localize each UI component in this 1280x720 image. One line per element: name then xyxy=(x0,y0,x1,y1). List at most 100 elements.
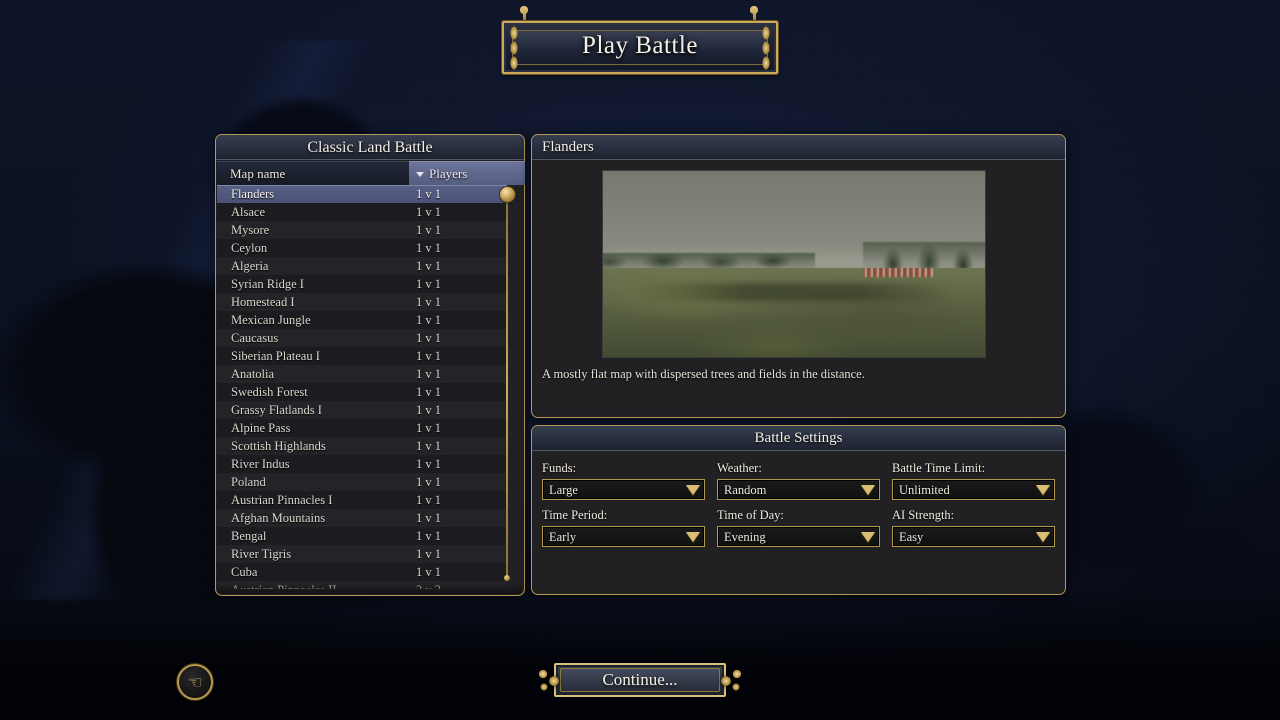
setting-dropdown[interactable]: Evening xyxy=(717,526,880,547)
map-row-name: Bengal xyxy=(231,528,267,543)
background-bottom-fade xyxy=(0,590,1280,720)
setting-label: Funds: xyxy=(542,461,577,475)
sort-descending-icon xyxy=(416,172,424,177)
battle-settings-title: Battle Settings xyxy=(532,426,1065,451)
setting-dropdown[interactable]: Easy xyxy=(892,526,1055,547)
setting-dropdown[interactable]: Random xyxy=(717,479,880,500)
map-row-name: Austrian Pinnacles II xyxy=(217,583,409,590)
map-list-row[interactable]: Scottish Highlands 1 v 1 xyxy=(217,437,507,455)
map-row-players: 1 v 1 xyxy=(416,240,441,255)
map-list-row[interactable]: Homestead I 1 v 1 xyxy=(217,293,507,311)
setting-value: Evening xyxy=(724,530,766,544)
map-row-players: 1 v 1 xyxy=(416,492,441,507)
map-list-row[interactable]: Flanders 1 v 1 xyxy=(217,185,507,203)
map-list-row[interactable]: Anatolia 1 v 1 xyxy=(217,365,507,383)
column-header-players[interactable]: Players xyxy=(409,161,525,185)
map-list-row[interactable]: Alpine Pass 1 v 1 xyxy=(217,419,507,437)
map-list-row[interactable]: Bengal 1 v 1 xyxy=(217,527,507,545)
setting-label: Time of Day: xyxy=(717,508,784,522)
chevron-down-icon xyxy=(861,485,875,495)
chevron-down-icon xyxy=(686,485,700,495)
map-row-players: 1 v 1 xyxy=(416,204,441,219)
map-list-row[interactable]: Siberian Plateau I 1 v 1 xyxy=(217,347,507,365)
map-list-title: Classic Land Battle xyxy=(216,135,524,160)
setting-label: Weather: xyxy=(717,461,762,475)
map-row-name: Poland xyxy=(231,474,266,489)
preview-troops xyxy=(862,267,933,277)
map-list-row[interactable]: Syrian Ridge I 1 v 1 xyxy=(217,275,507,293)
map-row-name: Flanders xyxy=(231,187,275,201)
setting-field: Time of Day: Evening xyxy=(717,508,880,547)
map-list-row[interactable]: Ceylon 1 v 1 xyxy=(217,239,507,257)
setting-field: Battle Time Limit: Unlimited xyxy=(892,461,1055,500)
setting-value: Random xyxy=(724,483,767,497)
map-row-players: 1 v 1 xyxy=(416,510,441,525)
map-row-players: 1 v 1 xyxy=(416,348,441,363)
setting-field: Funds: Large xyxy=(542,461,705,500)
map-list-scrollbar[interactable] xyxy=(499,187,515,581)
map-row-name: Cuba xyxy=(231,564,258,579)
chevron-down-icon xyxy=(861,532,875,542)
map-row-name: River Tigris xyxy=(231,546,292,561)
map-row-players: 1 v 1 xyxy=(416,222,441,237)
chevron-down-icon xyxy=(686,532,700,542)
map-row-players: 1 v 1 xyxy=(416,312,441,327)
map-row-players: 1 v 1 xyxy=(416,456,441,471)
setting-field: AI Strength: Easy xyxy=(892,508,1055,547)
map-list-row[interactable]: Grassy Flatlands I 1 v 1 xyxy=(217,401,507,419)
map-list-row[interactable]: Algeria 1 v 1 xyxy=(217,257,507,275)
map-list-row[interactable]: Austrian Pinnacles II2 v 2 xyxy=(217,581,507,589)
setting-label: AI Strength: xyxy=(892,508,955,522)
map-row-name: Siberian Plateau I xyxy=(231,348,320,363)
chevron-down-icon xyxy=(1036,485,1050,495)
map-row-name: Mysore xyxy=(231,222,270,237)
map-list-column-headers: Map name Players xyxy=(217,161,525,185)
pointing-hand-icon: ☜ xyxy=(187,672,203,692)
column-header-map-name[interactable]: Map name xyxy=(217,161,409,185)
map-row-players: 1 v 1 xyxy=(416,438,441,453)
map-row-name: Caucasus xyxy=(231,330,279,345)
map-preview-panel: Flanders A mostly flat map with disperse… xyxy=(531,134,1066,418)
map-list-row[interactable]: Afghan Mountains 1 v 1 xyxy=(217,509,507,527)
column-header-players-label: Players xyxy=(429,165,468,181)
map-row-players: 1 v 1 xyxy=(416,528,441,543)
map-preview-image xyxy=(602,170,986,358)
setting-dropdown[interactable]: Unlimited xyxy=(892,479,1055,500)
map-row-players: 2 v 2 xyxy=(409,583,507,590)
map-row-name: Swedish Forest xyxy=(231,384,308,399)
map-row-name: Alsace xyxy=(231,204,266,219)
map-list-row[interactable]: River Indus 1 v 1 xyxy=(217,455,507,473)
map-row-name: Syrian Ridge I xyxy=(231,276,304,291)
map-row-name: Grassy Flatlands I xyxy=(231,402,322,417)
map-row-name: Mexican Jungle xyxy=(231,312,311,327)
setting-value: Easy xyxy=(899,530,924,544)
map-list-row[interactable]: Mysore 1 v 1 xyxy=(217,221,507,239)
setting-dropdown[interactable]: Early xyxy=(542,526,705,547)
map-row-players: 1 v 1 xyxy=(416,187,441,201)
setting-field: Time Period: Early xyxy=(542,508,705,547)
map-row-name: River Indus xyxy=(231,456,290,471)
map-list-row[interactable]: River Tigris 1 v 1 xyxy=(217,545,507,563)
map-row-players: 1 v 1 xyxy=(416,420,441,435)
scrollbar-thumb[interactable] xyxy=(500,187,515,202)
map-list-rows[interactable]: Flanders 1 v 1 Alsace 1 v 1 Mysore 1 v 1 Ceylo… xyxy=(217,185,507,589)
map-list-row[interactable]: Caucasus 1 v 1 xyxy=(217,329,507,347)
back-button[interactable]: ☜ xyxy=(177,664,213,700)
map-list-row[interactable]: Alsace 1 v 1 xyxy=(217,203,507,221)
map-row-players: 1 v 1 xyxy=(416,330,441,345)
map-list-row[interactable]: Swedish Forest 1 v 1 xyxy=(217,383,507,401)
continue-button[interactable]: Continue... xyxy=(534,661,746,699)
map-row-name: Scottish Highlands xyxy=(231,438,326,453)
setting-label: Battle Time Limit: xyxy=(892,461,986,475)
map-list-row[interactable]: Mexican Jungle 1 v 1 xyxy=(217,311,507,329)
map-list-row[interactable]: Cuba 1 v 1 xyxy=(217,563,507,581)
map-description: A mostly flat map with dispersed trees a… xyxy=(542,367,865,381)
map-list-row[interactable]: Poland 1 v 1 xyxy=(217,473,507,491)
map-row-name: Ceylon xyxy=(231,240,268,255)
setting-dropdown[interactable]: Large xyxy=(542,479,705,500)
map-row-players: 1 v 1 xyxy=(416,564,441,579)
setting-value: Large xyxy=(549,483,578,497)
map-list-row[interactable]: Austrian Pinnacles I 1 v 1 xyxy=(217,491,507,509)
map-row-players: 1 v 1 xyxy=(416,366,441,381)
page-title: Play Battle xyxy=(582,32,698,59)
